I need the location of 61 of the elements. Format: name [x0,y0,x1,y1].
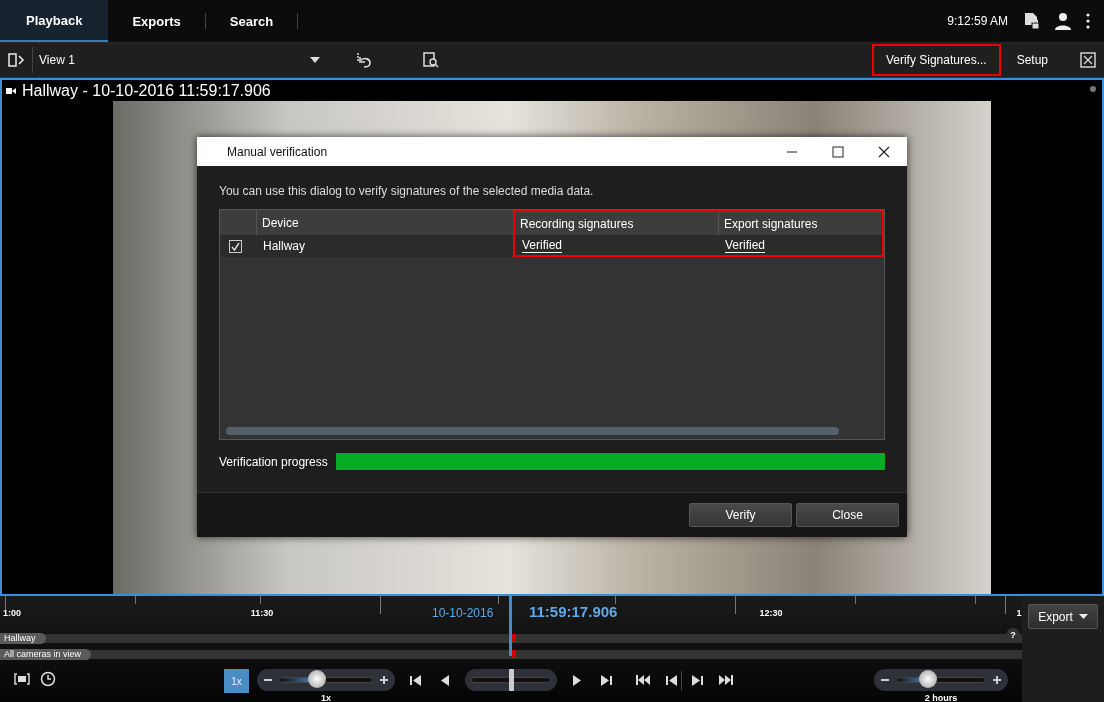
time-label: 11:30 [250,608,274,618]
timeline-track[interactable]: All cameras in view [0,650,1022,659]
column-header: Export signatures [718,210,884,235]
close-icon[interactable] [878,145,890,158]
slider-thumb[interactable] [509,669,514,691]
sidebar-toggle-icon[interactable] [8,53,26,67]
speed-reading: 1x [321,693,331,702]
dialog-button[interactable]: Verify [689,503,792,527]
time-label: 1 [1016,608,1022,618]
clock-icon[interactable] [40,671,56,687]
toolbar-button[interactable]: Verify Signatures... [873,46,999,74]
intro-text: You can use this dialog to verify signatures of the selected media data. [219,184,595,198]
device-name: Hallway [263,239,305,253]
clock-time: 9:12:59 AM [947,14,1008,28]
toolbar-button[interactable]: Setup [1004,46,1060,74]
skip-end-icon[interactable] [718,673,734,687]
export-button[interactable]: Export [1028,604,1098,629]
plus-icon[interactable] [379,675,389,685]
user-icon[interactable] [1054,12,1072,30]
caret-icon[interactable] [310,57,320,63]
tab[interactable]: Search [205,0,298,42]
next-icon[interactable] [690,673,704,687]
more-menu-icon[interactable] [1086,13,1090,29]
maximize-icon[interactable] [832,145,844,158]
status-link[interactable]: Verified [725,238,766,252]
date-label: 10-10-2016 [432,606,494,620]
dialog-title: Manual verification [227,144,328,159]
time-label: 12:30 [759,608,783,618]
tab[interactable]: Exports [108,0,205,42]
track-label: All cameras in view [0,649,92,660]
view-dropdown[interactable]: View 1 [32,47,324,73]
undo-icon[interactable] [354,52,372,68]
document-lock-icon[interactable] [1022,12,1040,30]
dialog-button[interactable]: Close [796,503,899,527]
time-label: 1:00 [3,608,21,618]
column-header: Recording signatures [513,210,718,235]
film-search-icon[interactable] [422,52,440,68]
zoom-reading: 2 hours [924,693,958,702]
plus-icon[interactable] [992,675,1002,685]
step-back-icon[interactable] [409,673,423,687]
skip-start-icon[interactable] [635,673,651,687]
column-header: Device [256,210,513,235]
slider[interactable] [874,669,1008,691]
track-label: Hallway [0,633,46,644]
camera-icon[interactable] [6,86,16,95]
scrollbar[interactable] [226,427,839,435]
slider-thumb[interactable] [918,670,937,688]
tab[interactable]: Playback [0,0,109,42]
camera-title: Hallway - 10-10-2016 11:59:17.906 [22,81,271,100]
status-dot-icon [1090,86,1096,92]
step-forward-icon[interactable] [599,673,613,687]
progress-label: Verification progress [219,454,328,469]
screen-icon[interactable] [14,673,30,685]
slider-thumb[interactable] [307,670,326,688]
checkbox-checked-icon[interactable] [229,239,242,253]
previous-icon[interactable] [665,673,679,687]
jog-slider[interactable] [465,669,557,691]
slider[interactable] [257,669,395,691]
caret-icon[interactable] [1078,614,1088,619]
current-time: 11:59:17.906 [529,603,618,620]
status-link[interactable]: Verified [522,238,563,252]
